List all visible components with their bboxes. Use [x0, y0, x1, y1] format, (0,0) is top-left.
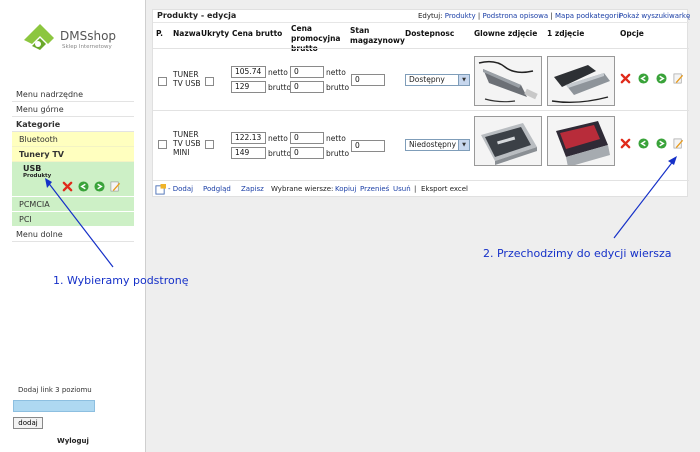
annotation-step-1: 1. Wybieramy podstronę: [53, 274, 189, 287]
annotation-arrows: [45, 156, 677, 268]
annotation-step-2: 2. Przechodzimy do edycji wiersza: [483, 247, 672, 260]
arrow-2: [613, 156, 677, 239]
arrow-1: [45, 178, 114, 268]
